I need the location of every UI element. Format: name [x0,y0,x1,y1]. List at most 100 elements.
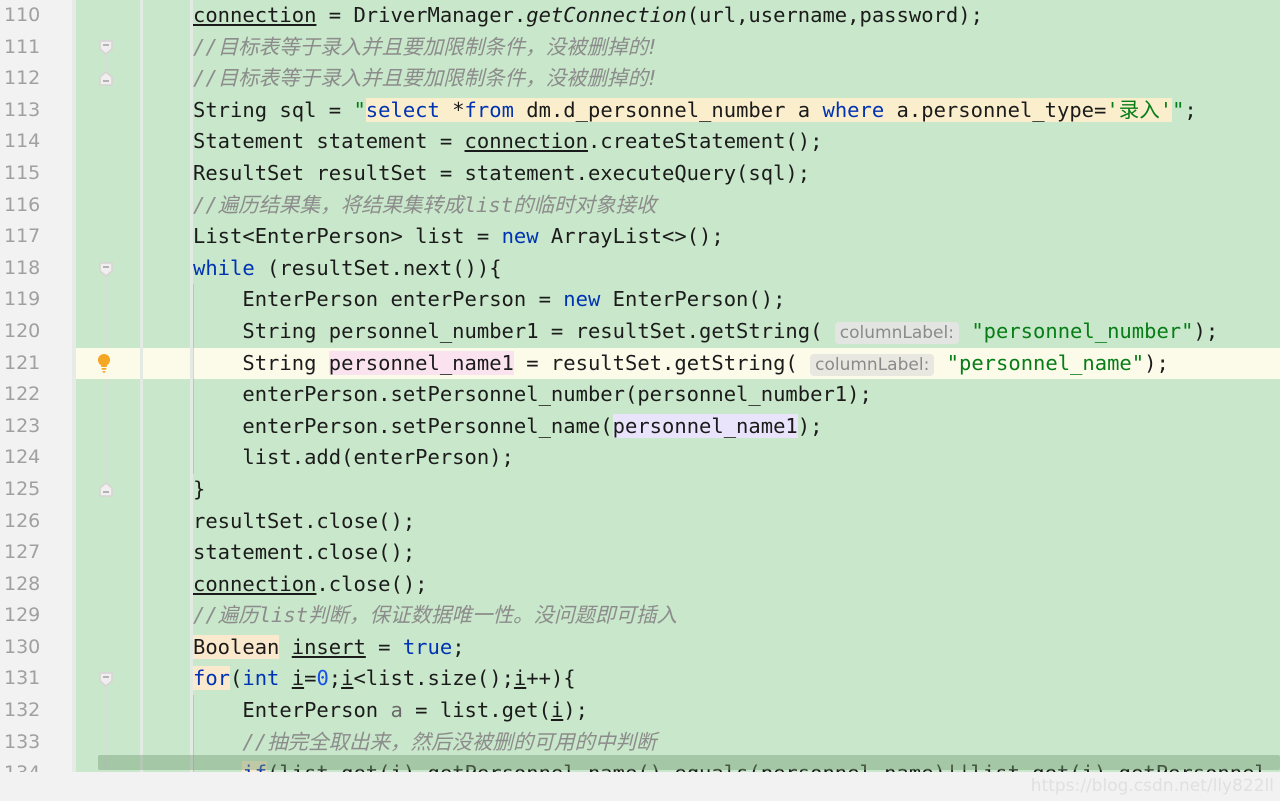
line-content[interactable]: statement.close(); [193,537,1280,569]
annotation-gutter[interactable] [140,505,193,538]
lightbulb-icon[interactable] [92,351,116,375]
editor-line[interactable]: 123 enterPerson.setPersonnel_name(person… [0,410,1280,443]
annotation-gutter[interactable] [140,568,193,601]
line-content[interactable]: enterPerson.setPersonnel_number(personne… [193,379,1280,411]
line-content[interactable]: List<EnterPerson> list = new ArrayList<>… [193,221,1280,253]
horizontal-scrollbar[interactable] [98,755,1280,770]
line-content[interactable]: for(int i=0;i<list.size();i++){ [193,663,1280,696]
fold-expand-icon[interactable] [96,69,116,89]
annotation-gutter[interactable] [140,0,193,32]
editor-line[interactable]: 130 Boolean insert = true; [0,631,1280,664]
line-content[interactable]: String personnel_name1 = resultSet.getSt… [193,347,1280,380]
line-content[interactable]: //遍历list判断，保证数据唯一性。没问题即可插入 [193,600,1280,632]
editor-line[interactable]: 124 list.add(enterPerson); [0,442,1280,474]
line-content[interactable]: connection = DriverManager.getConnection… [193,0,1280,32]
annotation-gutter[interactable] [140,315,193,348]
editor-line[interactable]: 132 EnterPerson a = list.get(i); [0,695,1280,727]
fold-gutter[interactable] [72,663,140,696]
annotation-gutter[interactable] [140,94,193,127]
fold-gutter[interactable] [72,347,140,380]
fold-gutter[interactable] [72,410,140,443]
fold-gutter[interactable] [72,126,140,158]
line-content[interactable]: ResultSet resultSet = statement.executeQ… [193,157,1280,190]
fold-gutter[interactable] [72,189,140,222]
fold-collapse-icon[interactable] [96,259,116,279]
editor-line[interactable]: 120 String personnel_number1 = resultSet… [0,315,1280,348]
line-content[interactable]: //抽完全取出来，然后没被删的可用的中判断 [193,726,1280,759]
annotation-gutter[interactable] [140,252,193,285]
line-content[interactable]: connection.close(); [193,568,1280,601]
editor-line[interactable]: 115 ResultSet resultSet = statement.exec… [0,157,1280,190]
annotation-gutter[interactable] [140,473,193,506]
fold-gutter[interactable] [72,315,140,348]
line-content[interactable]: } [193,473,1280,506]
editor-line-current[interactable]: 121 String personnel_name1 = resultSet.g… [0,347,1280,380]
annotation-gutter[interactable] [140,126,193,158]
fold-gutter[interactable] [72,157,140,190]
editor-line[interactable]: 116 //遍历结果集，将结果集转成list的临时对象接收 [0,189,1280,222]
fold-collapse-icon[interactable] [96,669,116,689]
editor-line[interactable]: 129 //遍历list判断，保证数据唯一性。没问题即可插入 [0,600,1280,632]
editor-line[interactable]: 114 Statement statement = connection.cre… [0,126,1280,158]
editor-line[interactable]: 117 List<EnterPerson> list = new ArrayLi… [0,221,1280,253]
editor-line[interactable]: 131 for(int i=0;i<list.size();i++){ [0,663,1280,696]
annotation-gutter[interactable] [140,631,193,664]
annotation-gutter[interactable] [140,600,193,632]
fold-gutter[interactable] [72,473,140,506]
code-editor[interactable]: 110 connection = DriverManager.getConnec… [0,0,1280,801]
annotation-gutter[interactable] [140,31,193,64]
line-content[interactable]: EnterPerson a = list.get(i); [193,695,1280,727]
fold-gutter[interactable] [72,379,140,411]
line-content[interactable]: //遍历结果集，将结果集转成list的临时对象接收 [193,189,1280,222]
annotation-gutter[interactable] [140,726,193,759]
line-content[interactable]: EnterPerson enterPerson = new EnterPerso… [193,284,1280,316]
fold-gutter[interactable] [72,631,140,664]
editor-line[interactable]: 127 statement.close(); [0,537,1280,569]
editor-line[interactable]: 125 } [0,473,1280,506]
fold-gutter[interactable] [72,726,140,759]
annotation-gutter[interactable] [140,221,193,253]
annotation-gutter[interactable] [140,663,193,696]
fold-gutter[interactable] [72,221,140,253]
fold-gutter[interactable] [72,31,140,64]
fold-gutter[interactable] [72,442,140,474]
annotation-gutter[interactable] [140,189,193,222]
editor-line[interactable]: 118 while (resultSet.next()){ [0,252,1280,285]
annotation-gutter[interactable] [140,347,193,380]
annotation-gutter[interactable] [140,379,193,411]
line-content[interactable]: list.add(enterPerson); [193,442,1280,474]
fold-gutter[interactable] [72,505,140,538]
fold-gutter[interactable] [72,94,140,127]
annotation-gutter[interactable] [140,410,193,443]
annotation-gutter[interactable] [140,537,193,569]
editor-line[interactable]: 128 connection.close(); [0,568,1280,601]
fold-gutter[interactable] [72,568,140,601]
line-content[interactable]: String personnel_number1 = resultSet.get… [193,315,1280,348]
editor-line[interactable]: 111 //目标表等于录入并且要加限制条件，没被删掉的! [0,31,1280,64]
editor-line[interactable]: 113 String sql = "select *from dm.d_pers… [0,94,1280,127]
editor-line[interactable]: 126 resultSet.close(); [0,505,1280,538]
fold-expand-icon[interactable] [96,480,116,500]
line-content[interactable]: resultSet.close(); [193,505,1280,538]
line-content[interactable]: Boolean insert = true; [193,631,1280,664]
editor-line[interactable]: 133 //抽完全取出来，然后没被删的可用的中判断 [0,726,1280,759]
fold-gutter[interactable] [72,695,140,727]
fold-gutter[interactable] [72,537,140,569]
line-content[interactable]: while (resultSet.next()){ [193,252,1280,285]
fold-gutter[interactable] [72,600,140,632]
editor-line[interactable]: 112 //目标表等于录入并且要加限制条件，没被删掉的! [0,63,1280,95]
annotation-gutter[interactable] [140,695,193,727]
line-content[interactable]: //目标表等于录入并且要加限制条件，没被删掉的! [193,31,1280,64]
editor-line[interactable]: 122 enterPerson.setPersonnel_number(pers… [0,379,1280,411]
fold-collapse-icon[interactable] [96,37,116,57]
annotation-gutter[interactable] [140,157,193,190]
fold-gutter[interactable] [72,63,140,95]
annotation-gutter[interactable] [140,442,193,474]
fold-gutter[interactable] [72,252,140,285]
fold-gutter[interactable] [72,284,140,316]
fold-gutter[interactable] [72,0,140,32]
line-content[interactable]: Statement statement = connection.createS… [193,126,1280,158]
annotation-gutter[interactable] [140,284,193,316]
line-content[interactable]: //目标表等于录入并且要加限制条件，没被删掉的! [193,63,1280,95]
line-content[interactable]: String sql = "select *from dm.d_personne… [193,94,1280,127]
